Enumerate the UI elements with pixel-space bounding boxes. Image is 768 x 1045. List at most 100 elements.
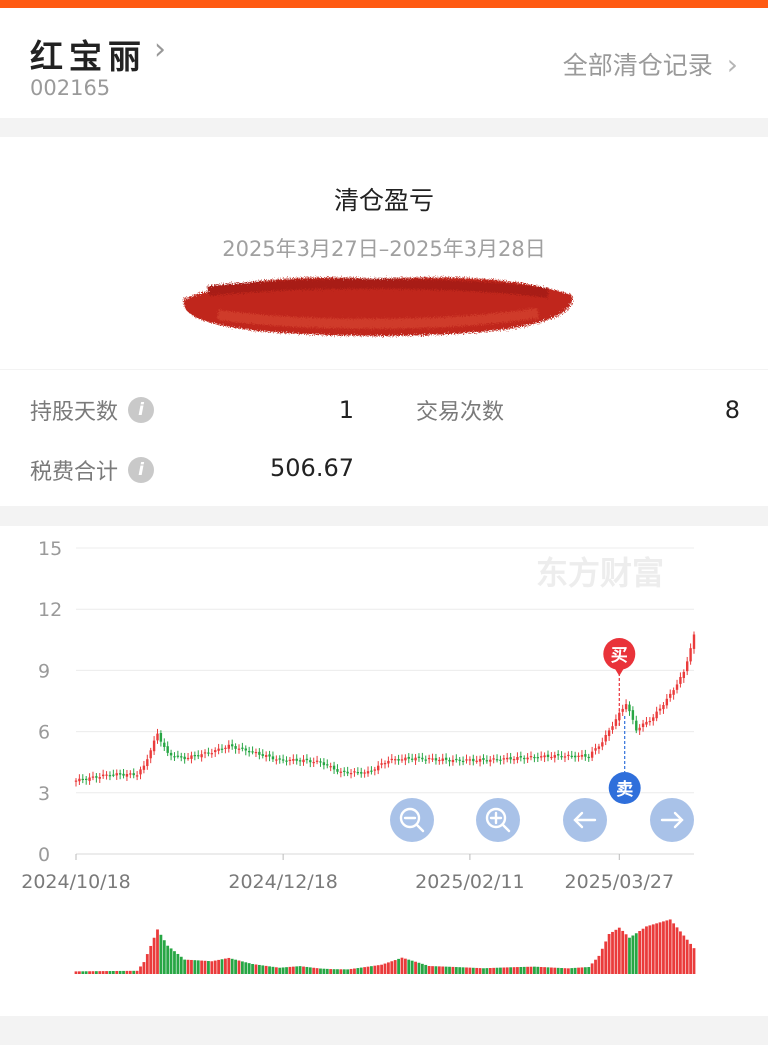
x-tick-label: 2024/10/18 [21, 871, 131, 893]
candle-body [305, 758, 309, 761]
volume-bar [631, 935, 635, 974]
candle-body [302, 759, 305, 763]
candle-body [112, 774, 115, 776]
candle-body [115, 773, 118, 776]
candle-body [288, 759, 292, 762]
volume-bar [207, 961, 210, 974]
volume-bar [230, 958, 234, 974]
candle-body [414, 757, 417, 761]
candle-body [587, 756, 590, 759]
candle-body [346, 771, 349, 774]
volume-bar [169, 948, 173, 974]
fees-value: 506.67 [270, 454, 354, 482]
candle-body [506, 757, 509, 760]
candle-body [441, 758, 444, 761]
volume-bar [529, 966, 533, 974]
candle-body [397, 758, 400, 761]
volume-bar [244, 962, 248, 974]
stock-header[interactable]: 红宝丽 › 002165 全部清仓记录 › [0, 8, 768, 118]
zoom-out-button[interactable] [390, 798, 434, 842]
y-tick-label: 0 [38, 844, 50, 866]
volume-bar [380, 964, 384, 974]
candle-body [434, 758, 438, 761]
buy-marker-pointer [613, 666, 626, 676]
candle-body [604, 735, 607, 742]
info-icon[interactable]: i [128, 397, 155, 423]
candle-body [193, 755, 197, 757]
volume-bar [240, 961, 244, 974]
volume-bar [274, 967, 278, 974]
candle-body [210, 753, 214, 755]
volume-bar [536, 966, 540, 974]
volume-bar [675, 927, 679, 974]
volume-bar [509, 967, 513, 974]
volume-bar [159, 934, 163, 974]
candle-body [78, 778, 81, 782]
scroll-right-button[interactable] [650, 798, 694, 842]
candle-body [404, 757, 407, 761]
candle-body [526, 757, 529, 760]
candle-body [108, 775, 112, 777]
candle-body [281, 759, 285, 761]
stock-name[interactable]: 红宝丽 [30, 30, 147, 78]
volume-bar [81, 971, 85, 974]
candle-body [485, 760, 489, 762]
candle-body [509, 757, 512, 760]
all-records-link[interactable]: 全部清仓记录 › [563, 46, 738, 82]
candle-body [275, 759, 278, 761]
candle-body [458, 759, 461, 761]
volume-bar [563, 968, 567, 974]
volume-bar [353, 968, 356, 974]
volume-bar [339, 969, 343, 974]
volume-bar [224, 958, 227, 974]
candle-body [577, 755, 580, 757]
volume-bar [522, 966, 526, 974]
candle-body [692, 634, 696, 649]
candle-body [353, 771, 356, 773]
chevron-right-icon[interactable]: › [154, 32, 166, 67]
volume-bar [88, 971, 91, 974]
volume-bar [332, 969, 336, 974]
candle-body [652, 717, 655, 721]
volume-bar [645, 926, 648, 974]
volume-bar [254, 964, 258, 974]
volume-bar [495, 967, 499, 974]
candle-body [601, 742, 604, 747]
volume-bar [662, 921, 665, 974]
candle-body [132, 773, 135, 776]
scroll-left-button[interactable] [563, 798, 607, 842]
volume-bar [142, 962, 146, 974]
volume-bar [128, 970, 132, 974]
info-icon[interactable]: i [128, 457, 155, 483]
volume-bar [359, 967, 363, 974]
candle-body [502, 758, 506, 760]
volume-bar [614, 929, 618, 974]
candle-body [553, 755, 556, 758]
volume-bar [200, 960, 204, 974]
candle-body [241, 747, 244, 749]
volume-bar [685, 939, 689, 974]
sell-marker-label: 卖 [616, 779, 633, 800]
volume-bar [577, 967, 580, 974]
candle-body [400, 759, 404, 761]
volume-bar [583, 967, 587, 974]
volume-bar [482, 968, 485, 974]
volume-bar [403, 958, 407, 974]
candle-body [84, 778, 88, 781]
candle-body [580, 754, 584, 757]
candle-body [584, 754, 587, 757]
candle-body [176, 755, 180, 757]
top-accent-bar [0, 0, 768, 8]
candle-body [244, 748, 247, 751]
volume-bar [410, 960, 414, 974]
nav-button-circle [390, 798, 434, 842]
all-records-label[interactable]: 全部清仓记录 [563, 46, 713, 82]
volume-bar [183, 959, 187, 974]
volume-bar [672, 923, 676, 974]
kline-chart[interactable]: 0 3 6 9 12 15 东方财富 买卖 2024/10/18 2024/12/18 202… [0, 526, 768, 1016]
zoom-in-button[interactable] [476, 798, 520, 842]
volume-bar [135, 970, 139, 974]
candle-body [499, 759, 502, 761]
volume-bar [651, 924, 655, 974]
candle-body [156, 733, 159, 741]
